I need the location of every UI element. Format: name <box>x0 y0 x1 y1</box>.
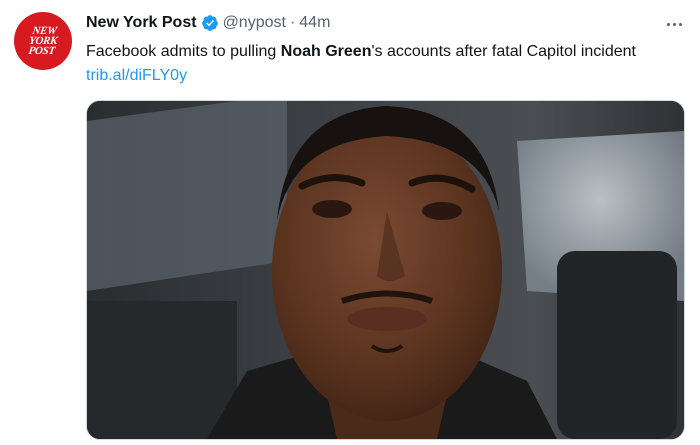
separator-dot: · <box>289 14 296 31</box>
tweet-text-prefix: Facebook admits to pulling <box>86 43 281 60</box>
author-name[interactable]: New York Post <box>86 14 197 32</box>
tweet-text: Facebook admits to pulling Noah Green's … <box>86 40 676 88</box>
more-options-icon[interactable] <box>664 14 684 34</box>
tweet-text-suffix: 's accounts after fatal Capitol incident <box>371 43 636 60</box>
tweet-header: New York Post @nypost · 44m <box>86 12 330 34</box>
author-handle[interactable]: @nypost <box>223 14 286 32</box>
tweet-timestamp[interactable]: 44m <box>299 14 330 32</box>
tweet-link[interactable]: trib.al/diFLY0y <box>86 67 187 84</box>
nypost-logo: NEW YORK POST <box>27 25 58 57</box>
tweet-media-photo[interactable] <box>86 100 685 440</box>
author-avatar[interactable]: NEW YORK POST <box>14 12 72 70</box>
tweet-text-name: Noah Green <box>280 43 372 60</box>
verified-badge-icon <box>201 14 219 32</box>
tweet-card[interactable]: NEW YORK POST New York Post @nypost · 44m … <box>0 0 700 445</box>
